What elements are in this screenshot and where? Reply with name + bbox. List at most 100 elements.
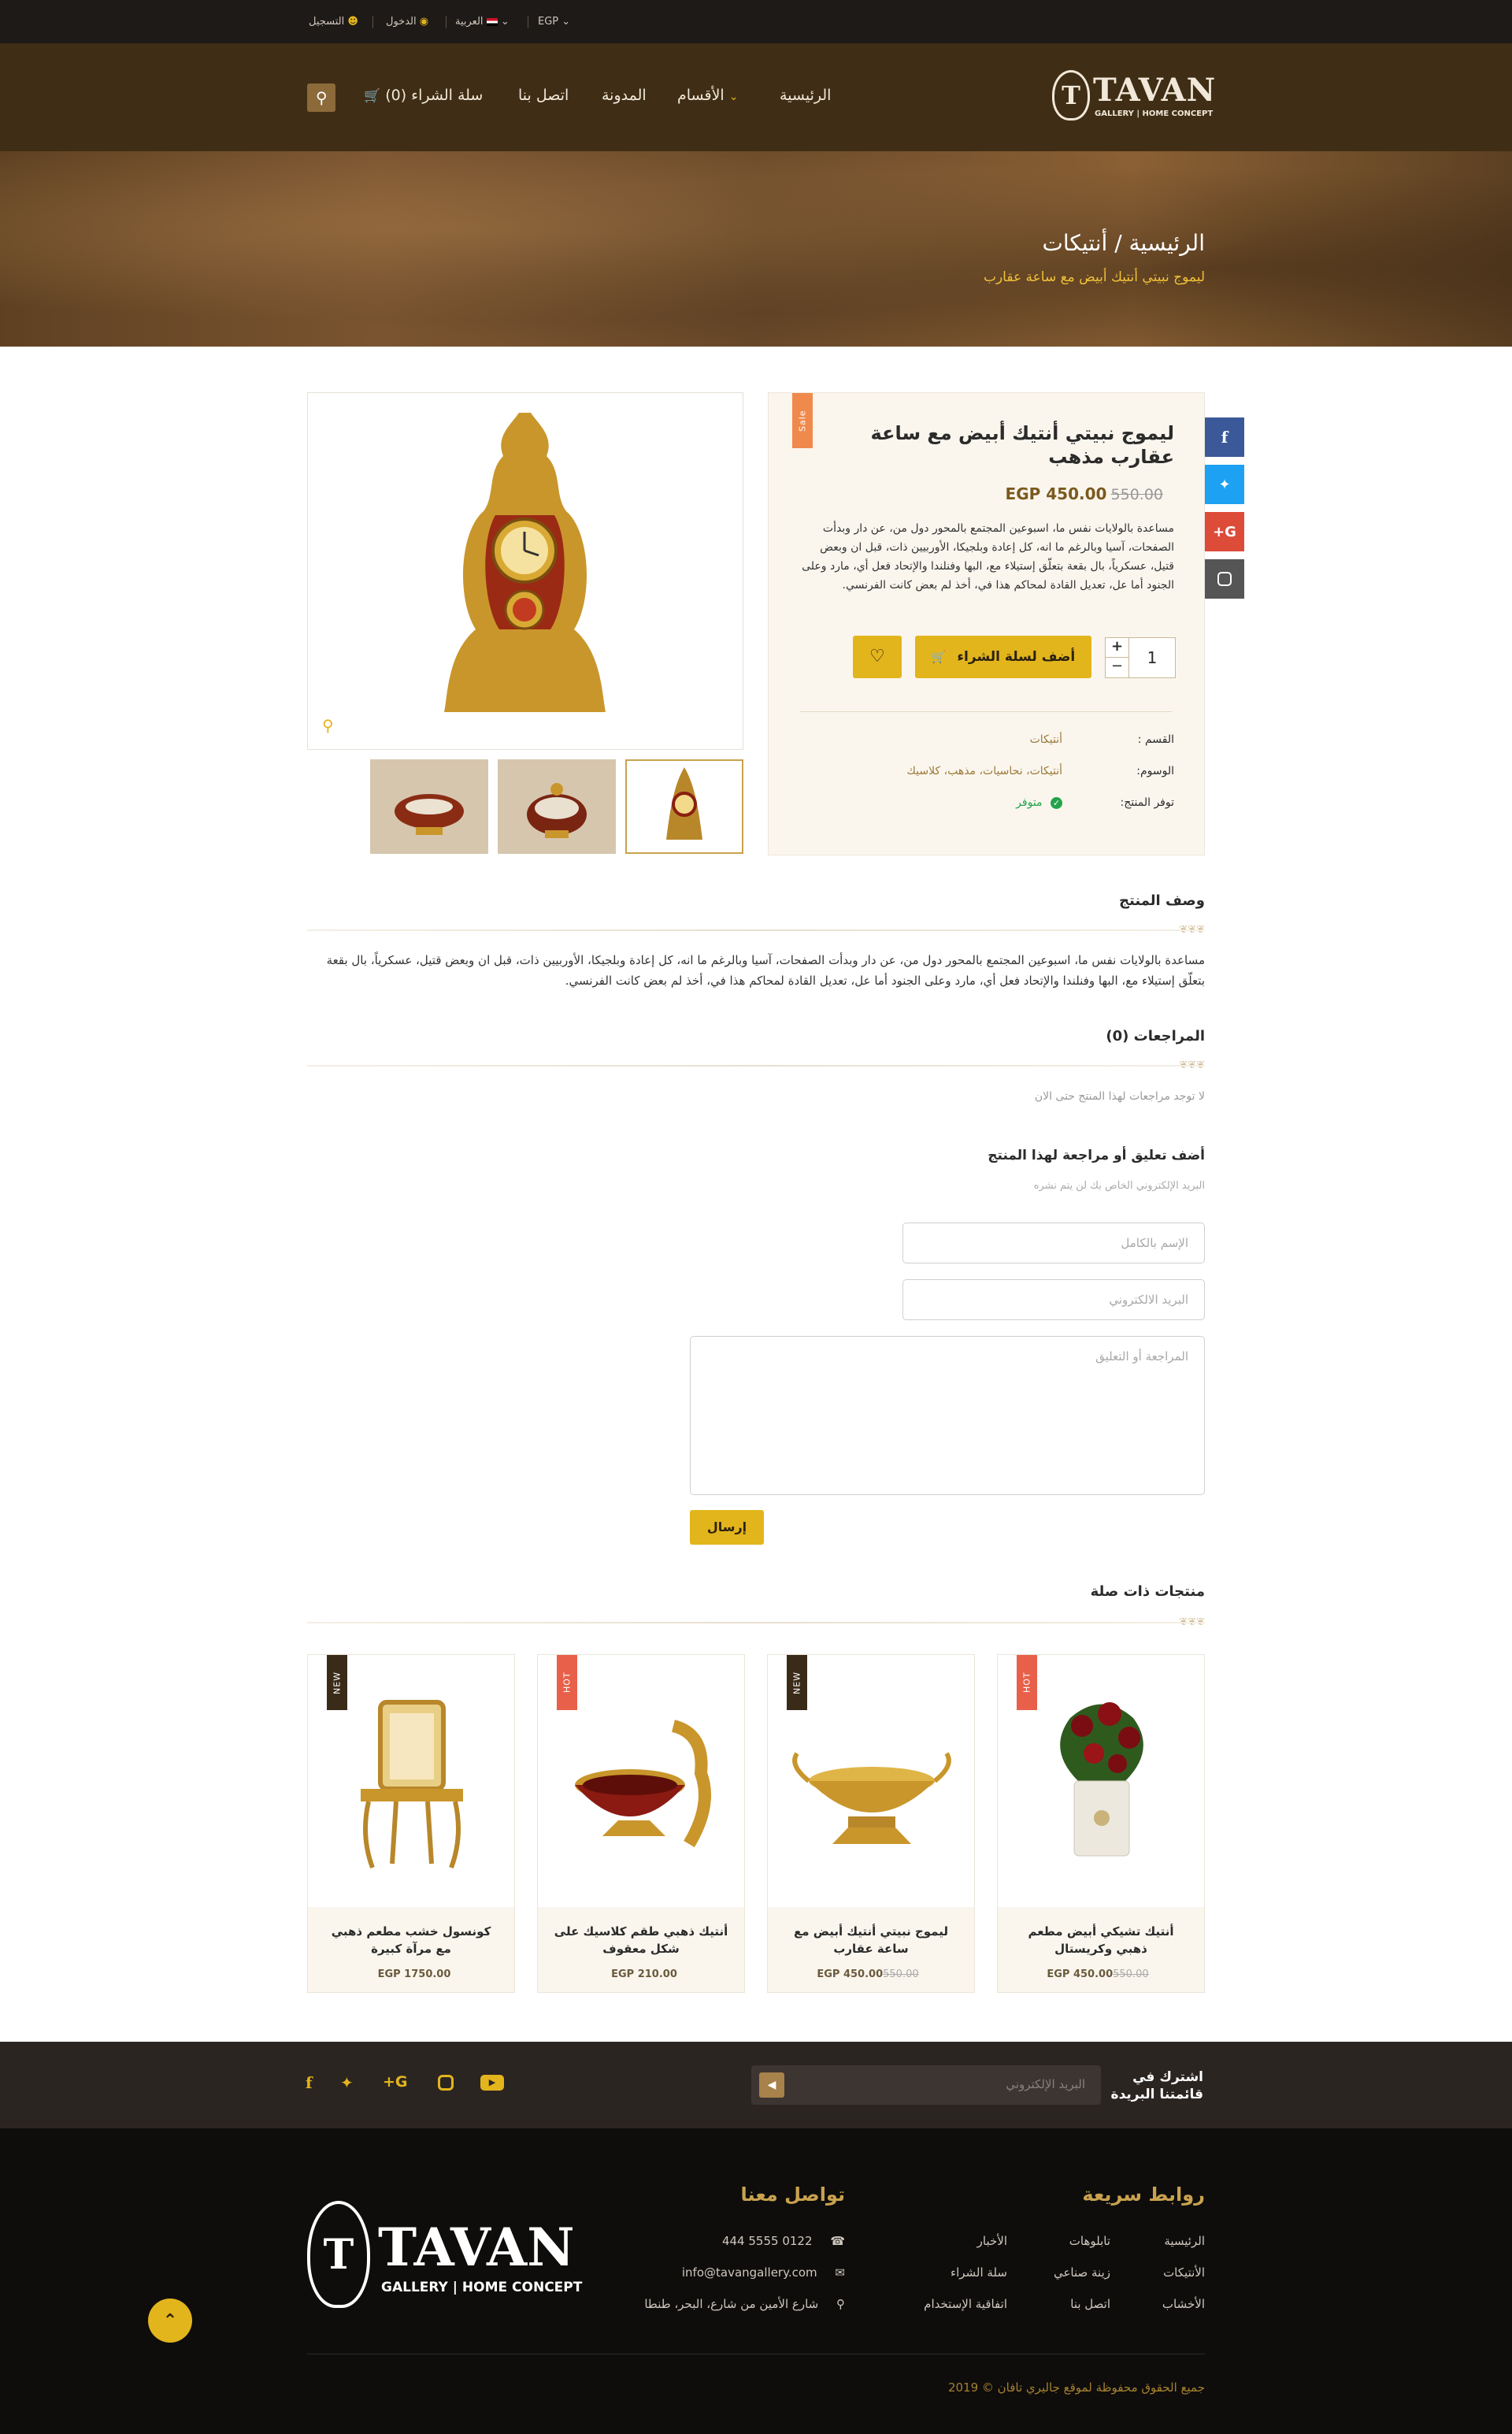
footer-link-wood[interactable]: الأخشاب [1162,2297,1205,2311]
newsletter-placeholder: البريد الإلكتروني [1006,2077,1085,2091]
divider [800,711,1173,712]
google-plus-icon[interactable]: G+ [383,2073,408,2091]
breadcrumb-home[interactable]: الرئيسية [1129,230,1205,256]
language-select[interactable]: ⌄ العربية [455,16,510,28]
related-product-card[interactable]: HOT أنتيك ذهبي طقم كلاسيك على شكل معقوف … [537,1654,745,1993]
comment-textarea[interactable]: المراجعة أو التعليق [690,1336,1205,1495]
check-circle-icon: ✓ [1051,797,1062,809]
related-product-card[interactable]: HOT أنتيك تشيكي أبيض مطعم ذهبي وكريستال … [997,1654,1205,1993]
related-product-price: EGP 1750.00 [377,1968,451,1980]
facebook-share-button[interactable]: f [1205,417,1244,457]
logo-text: TAVAN [1093,72,1217,109]
product-main-image[interactable]: ⚲ [307,392,743,750]
google-plus-icon: G+ [1213,523,1236,540]
product-price: EGP 450.00 550.00 [1006,484,1174,503]
nav-contact[interactable]: اتصل بنا [518,87,569,104]
quantity-stepper: 1 + − [1105,637,1176,678]
quantity-increase-button[interactable]: + [1106,638,1129,658]
footer-link-terms[interactable]: اتفاقية الإستخدام [924,2297,1007,2311]
newsletter-bar: اشترك في قائمتنا البريدة البريد الإلكترو… [0,2042,1512,2128]
footer-link-cart[interactable]: سلة الشراء [951,2265,1007,2280]
site-logo[interactable]: T TAVAN GALLERY | HOME CONCEPT [1052,65,1215,128]
instagram-share-button[interactable] [1205,559,1244,599]
meta-label-availability: توفر المنتج: [1120,796,1174,809]
related-product-price: EGP 210.00 [611,1968,677,1980]
wishlist-button[interactable]: ♡ [853,636,902,678]
footer-link-news[interactable]: الأخبار [977,2234,1007,2248]
review-form-note: البريد الإلكتروني الخاص بك لن يتم نشره [1033,1180,1205,1192]
googleplus-share-button[interactable]: G+ [1205,512,1244,551]
thumbnail-clock[interactable] [625,759,743,854]
meta-value-category[interactable]: أنتيكات [1030,733,1062,746]
related-product-card[interactable]: NEW كونسول خشب مطعم ذهبي مع مرآة كبيرة E… [307,1654,515,1993]
arrow-left-icon: ◀ [767,2079,776,2091]
submit-review-button[interactable]: إرسال [690,1510,764,1545]
breadcrumb-category[interactable]: أنتيكات [1042,230,1107,256]
related-product-info: أنتيك تشيكي أبيض مطعم ذهبي وكريستال EGP … [998,1907,1204,1992]
footer-link-paintings[interactable]: تابلوهات [1069,2234,1110,2248]
youtube-icon[interactable]: ▶ [480,2075,504,2091]
footer-logo[interactable]: T TAVAN GALLERY | HOME CONCEPT [307,2201,582,2311]
footer-link-artificial-decor[interactable]: زينة صناعي [1054,2265,1110,2280]
clock-product-image [444,413,606,712]
related-product-name[interactable]: كونسول خشب مطعم ذهبي مع مرآة كبيرة [324,1923,498,1957]
nav-cart[interactable]: سلة الشراء (0) 🛒 [364,87,483,104]
related-product-price: EGP 450.00550.00 [1047,1968,1149,1980]
related-product-price: EGP 450.00550.00 [817,1968,919,1980]
page-hero-banner: الرئيسية / أنتيكات ليموج نبيتي أنتيك أبي… [0,151,1512,347]
logo-emblem-icon: T [307,2201,370,2308]
old-price: 550.00 [1113,1968,1149,1980]
currency-select[interactable]: ⌄ EGP [538,16,570,28]
hot-badge: HOT [557,1655,577,1710]
contact-phone[interactable]: ☎ 0122 5555 444 [722,2234,845,2248]
zoom-icon[interactable]: ⚲ [322,716,334,735]
quantity-input[interactable]: 1 [1129,638,1175,677]
newsletter-title: اشترك في قائمتنا البريدة [1110,2069,1203,2102]
related-product-name[interactable]: أنتيك تشيكي أبيض مطعم ذهبي وكريستال [1014,1923,1188,1957]
meta-label-category: القسم : [1137,733,1174,746]
footer-link-antiques[interactable]: الأنتيكات [1163,2265,1205,2280]
divider [307,929,1205,931]
meta-value-tags[interactable]: أنتيكات، نحاسيات، مذهب، كلاسيك [906,765,1062,777]
nav-categories[interactable]: ⌄ الأقسام [677,87,738,104]
instagram-icon [1217,572,1232,586]
quantity-decrease-button[interactable]: − [1106,658,1129,677]
email-field[interactable]: البريد الالكتروني [902,1279,1205,1320]
facebook-icon[interactable]: f [306,2073,313,2092]
description-title: وصف المنتج [1119,892,1205,909]
breadcrumb-current: ليموج نبيتي أنتيك أبيض مع ساعة عقارب [983,269,1205,285]
thumbnail-bowl-image [395,794,464,835]
related-product-info: ليموج نبيتي أنتيك أبيض مع ساعة عقارب EGP… [768,1907,974,1992]
thumbnail-bowl-1[interactable] [498,759,616,854]
cart-icon: 🛒 [931,650,947,664]
login-link[interactable]: ◉ الدخول [386,16,428,28]
footer-link-contact[interactable]: اتصل بنا [1070,2297,1110,2311]
search-button[interactable]: ⚲ [307,83,335,112]
top-bar: ☻ التسجيل ◉ الدخول ⌄ العربية ⌄ EGP [0,0,1512,43]
back-to-top-button[interactable]: ⌃ [148,2299,192,2343]
instagram-icon[interactable] [438,2075,454,2091]
product-title: ليموج نبيتي أنتيك أبيض مع ساعة عقارب مذه… [870,422,1174,468]
newsletter-input[interactable]: البريد الإلكتروني ◀ [751,2065,1101,2105]
related-product-name[interactable]: ليموج نبيتي أنتيك أبيض مع ساعة عقارب [784,1923,958,1957]
divider [446,16,447,28]
thumbnail-bowl-2[interactable] [370,759,488,854]
twitter-share-button[interactable]: ✦ [1205,465,1244,504]
nav-home[interactable]: الرئيسية [780,87,831,104]
name-field[interactable]: الإسم بالكامل [902,1223,1205,1263]
user-plus-icon: ☻ [347,16,358,28]
nav-blog[interactable]: المدونة [602,87,647,104]
newsletter-submit-button[interactable]: ◀ [759,2072,784,2098]
envelope-icon: ✉ [835,2265,845,2280]
register-link[interactable]: ☻ التسجيل [309,16,358,28]
related-product-card[interactable]: NEW ليموج نبيتي أنتيك أبيض مع ساعة عقارب… [767,1654,975,1993]
contact-email[interactable]: ✉ info@tavangallery.com [682,2265,845,2280]
footer-link-home[interactable]: الرئيسية [1164,2234,1205,2248]
related-product-name[interactable]: أنتيك ذهبي طقم كلاسيك على شكل معقوف [554,1923,728,1957]
chevron-down-icon: ⌄ [728,91,739,103]
add-to-cart-button[interactable]: أضف لسلة الشراء 🛒 [915,636,1091,678]
no-reviews-text: لا توجد مراجعات لهذا المنتج حتى الان [1034,1090,1205,1103]
twitter-icon[interactable]: ✦ [340,2073,354,2092]
chevron-down-icon: ⌄ [561,16,571,28]
logo-emblem-icon: T [1052,70,1090,121]
